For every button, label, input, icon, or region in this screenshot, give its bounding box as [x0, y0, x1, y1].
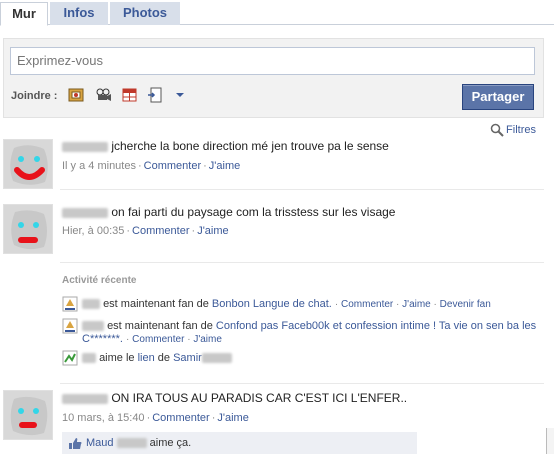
- post-timestamp[interactable]: 10 mars, à 15:40: [62, 412, 145, 424]
- comment-link[interactable]: Commenter: [144, 160, 201, 172]
- profile-tabs: Mur Infos Photos: [0, 0, 554, 26]
- activity-item: est maintenant fan de Bonbon Langue de c…: [62, 296, 491, 312]
- link-icon[interactable]: [147, 87, 165, 103]
- link-share-icon: [62, 350, 78, 366]
- post-text: ON IRA TOUS AU PARADIS CAR C'EST ICI L'E…: [62, 391, 407, 405]
- attach-label: Joindre :: [11, 90, 58, 102]
- thumbs-up-icon: [69, 437, 82, 449]
- like-link[interactable]: J'aime: [197, 225, 228, 237]
- divider: [60, 262, 544, 263]
- event-icon[interactable]: [121, 87, 139, 103]
- fan-icon: [62, 318, 78, 334]
- redacted-name[interactable]: [82, 321, 104, 331]
- post-timestamp[interactable]: Il y a 4 minutes: [62, 160, 136, 172]
- likes-bar: Maud aime ça.: [62, 432, 417, 454]
- activity-item-continuation: C*******. · Commenter · J'aime: [82, 333, 222, 345]
- redacted-name[interactable]: [201, 353, 232, 363]
- liker-name-link[interactable]: Maud: [86, 437, 114, 449]
- search-icon: [490, 123, 504, 137]
- status-input[interactable]: Exprimez-vous: [10, 47, 535, 75]
- page-link[interactable]: Bonbon Langue de chat.: [212, 298, 332, 310]
- comment-link[interactable]: Commenter: [341, 299, 393, 310]
- like-link[interactable]: J'aime: [402, 299, 431, 310]
- like-link[interactable]: J'aime: [209, 160, 240, 172]
- redacted-name[interactable]: [82, 353, 96, 363]
- post-text: jcherche la bone direction mé jen trouve…: [62, 139, 389, 153]
- tab-wall[interactable]: Mur: [0, 2, 48, 26]
- avatar[interactable]: [3, 204, 53, 254]
- video-icon[interactable]: [94, 87, 112, 103]
- become-fan-link[interactable]: Devenir fan: [440, 299, 491, 310]
- page-link-continuation[interactable]: C*******.: [82, 333, 123, 345]
- page-link[interactable]: Confond pas Faceb00k et confession intim…: [216, 320, 536, 332]
- activity-item: aime le lien de Samir: [62, 350, 232, 366]
- tab-photos[interactable]: Photos: [110, 2, 180, 25]
- face-avatar-icon: [11, 210, 47, 250]
- post-meta: Il y a 4 minutes · Commenter · J'aime: [62, 160, 241, 172]
- fan-icon: [62, 296, 78, 312]
- like-link[interactable]: J'aime: [193, 334, 222, 345]
- face-avatar-icon: [10, 396, 48, 436]
- like-link[interactable]: J'aime: [217, 412, 248, 424]
- more-dropdown-icon[interactable]: [174, 87, 192, 103]
- filters-label: Filtres: [506, 123, 536, 136]
- comment-link[interactable]: Commenter: [152, 412, 209, 424]
- filters-link[interactable]: Filtres: [490, 123, 536, 137]
- post-timestamp[interactable]: Hier, à 00:35: [62, 225, 124, 237]
- scrollbar[interactable]: [546, 428, 554, 454]
- divider: [60, 383, 544, 384]
- divider: [60, 189, 544, 190]
- activity-item: est maintenant fan de Confond pas Faceb0…: [62, 318, 536, 334]
- redacted-name[interactable]: [62, 393, 108, 404]
- comment-link[interactable]: Commenter: [132, 225, 189, 237]
- face-avatar-icon: [10, 145, 48, 185]
- tab-info[interactable]: Infos: [50, 2, 108, 25]
- avatar[interactable]: [3, 139, 53, 189]
- person-link[interactable]: Samir: [173, 352, 202, 364]
- avatar[interactable]: [3, 390, 53, 440]
- redacted-name[interactable]: [82, 299, 100, 309]
- recent-activity-heading: Activité récente: [62, 275, 137, 286]
- redacted-name[interactable]: [62, 141, 108, 152]
- comment-link[interactable]: Commenter: [132, 334, 184, 345]
- link-link[interactable]: lien: [138, 352, 155, 364]
- post-text: on fai parti du paysage com la trisstess…: [62, 205, 395, 219]
- redacted-name[interactable]: [116, 438, 147, 449]
- share-button[interactable]: Partager: [462, 84, 534, 110]
- redacted-name[interactable]: [62, 207, 108, 218]
- post-meta: Hier, à 00:35 · Commenter · J'aime: [62, 225, 229, 237]
- photo-icon[interactable]: [68, 87, 86, 103]
- status-composer: Exprimez-vous Joindre : Partager: [3, 38, 544, 118]
- post-meta: 10 mars, à 15:40 · Commenter · J'aime: [62, 412, 249, 424]
